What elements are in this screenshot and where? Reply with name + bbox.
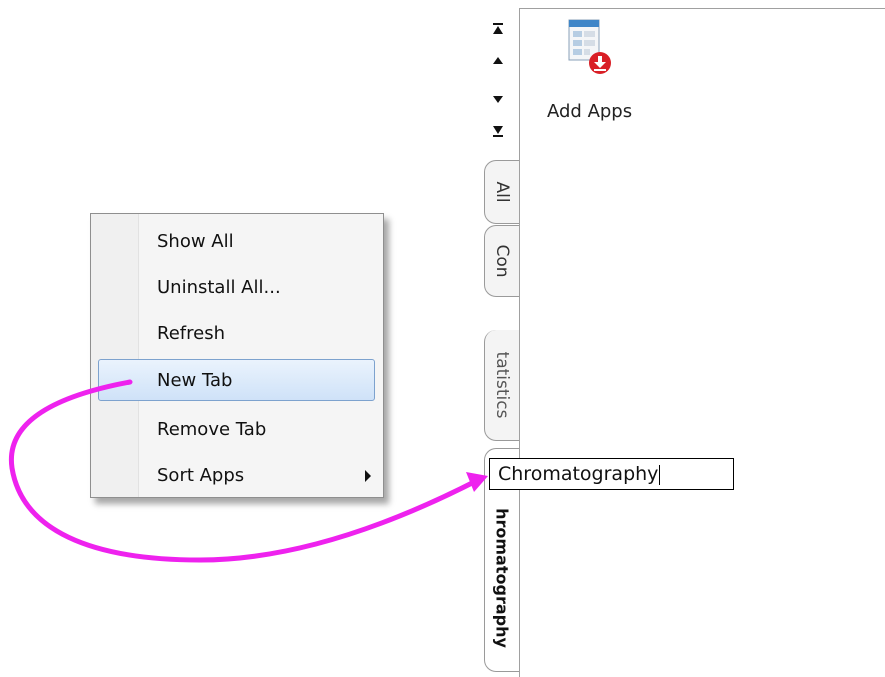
menu-item-label: Refresh [157, 323, 225, 344]
menu-item-label: Uninstall All... [157, 277, 281, 298]
menu-item-show-all[interactable]: Show All [91, 219, 383, 265]
menu-item-uninstall-all[interactable]: Uninstall All... [91, 265, 383, 311]
submenu-arrow-icon [365, 470, 371, 482]
menu-item-remove-tab[interactable]: Remove Tab [91, 407, 383, 453]
menu-item-label: Show All [157, 231, 234, 252]
scroll-up-icon[interactable] [490, 53, 506, 69]
menu-item-label: New Tab [157, 370, 233, 391]
text-caret [659, 464, 661, 485]
tab-con-label: Con [492, 244, 512, 278]
context-menu: Show All Uninstall All... Refresh New Ta… [90, 213, 384, 498]
menu-item-refresh[interactable]: Refresh [91, 311, 383, 357]
tab-rename-value: Chromatography [498, 463, 659, 485]
add-apps-icon [568, 19, 611, 74]
last-tab-icon[interactable] [490, 124, 506, 140]
menu-item-label: Sort Apps [157, 465, 245, 486]
tab-all-label: All [492, 181, 512, 203]
menu-item-new-tab[interactable]: New Tab [98, 359, 375, 401]
tab-all[interactable]: All [484, 160, 519, 224]
panel-left-border [519, 8, 520, 677]
first-tab-icon[interactable] [490, 22, 506, 38]
add-apps-label: Add Apps [547, 101, 633, 122]
tab-statistics[interactable]: tatistics [484, 330, 519, 441]
tab-con[interactable]: Con [484, 225, 519, 297]
tab-rename-input[interactable]: Chromatography [489, 458, 734, 490]
tab-chromatography-label: hromatography [492, 507, 512, 648]
panel-top-border [520, 8, 885, 9]
tab-statistics-label: tatistics [492, 351, 512, 419]
menu-item-sort-apps[interactable]: Sort Apps [91, 453, 383, 499]
scroll-down-icon[interactable] [490, 93, 506, 109]
menu-item-label: Remove Tab [157, 419, 267, 440]
